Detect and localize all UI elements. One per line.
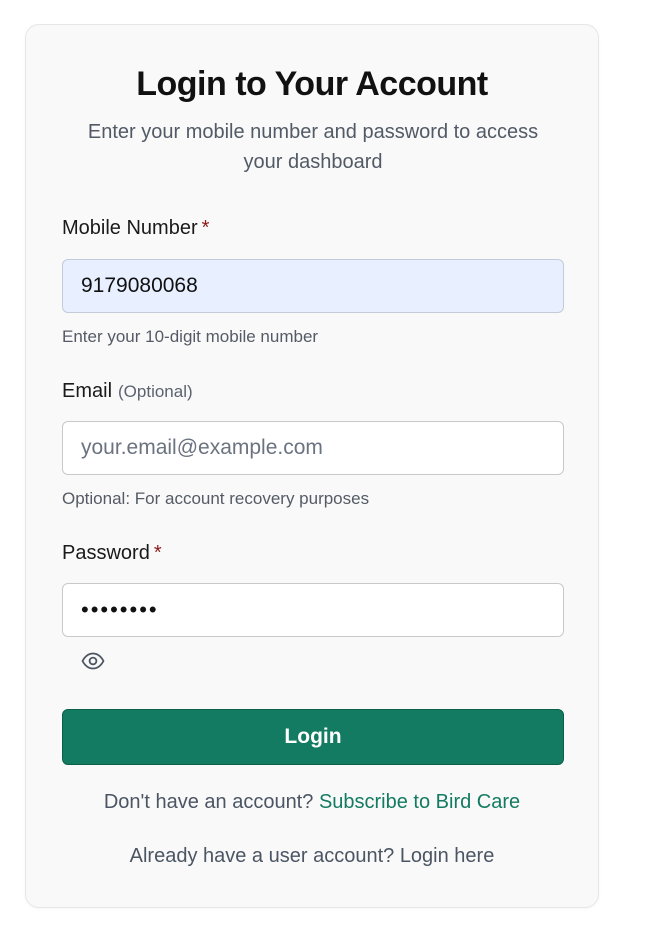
- optional-tag: (Optional): [118, 382, 193, 401]
- subscribe-link[interactable]: Subscribe to Bird Care: [319, 791, 520, 813]
- email-hint: Optional: For account recovery purposes: [62, 489, 370, 508]
- user-login-link[interactable]: Login here: [400, 845, 495, 867]
- login-card: Login to Your Account Enter your mobile …: [25, 24, 599, 908]
- required-mark: *: [153, 542, 162, 564]
- user-login-line: Already have a user account? Login here: [26, 845, 598, 868]
- login-button[interactable]: Login: [62, 709, 564, 765]
- eye-icon[interactable]: [80, 649, 106, 673]
- page-subtitle: Enter your mobile number and password to…: [87, 121, 539, 173]
- mobile-label: Mobile Number *: [62, 217, 209, 240]
- user-login-prompt: Already have a user account?: [129, 845, 395, 867]
- page-title: Login to Your Account: [136, 65, 488, 103]
- email-label: Email (Optional): [62, 380, 193, 403]
- email-label-text: Email: [62, 380, 113, 402]
- signup-line: Don't have an account? Subscribe to Bird…: [26, 791, 598, 814]
- required-mark: *: [201, 217, 210, 239]
- signup-prompt: Don't have an account?: [103, 791, 314, 813]
- mobile-hint: Enter your 10-digit mobile number: [62, 327, 319, 346]
- password-label-text: Password: [62, 542, 150, 564]
- password-input[interactable]: [62, 583, 564, 637]
- password-label: Password *: [62, 542, 162, 565]
- mobile-number-input[interactable]: [62, 259, 564, 313]
- mobile-label-text: Mobile Number: [62, 217, 198, 239]
- email-input[interactable]: [62, 421, 564, 475]
